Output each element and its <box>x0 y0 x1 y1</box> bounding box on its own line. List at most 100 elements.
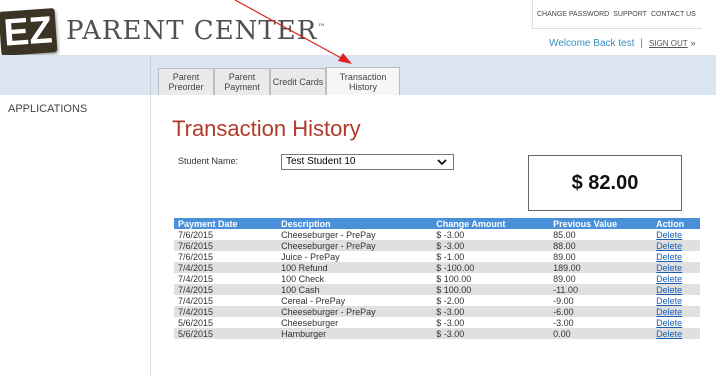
welcome-text: Welcome Back test <box>549 38 635 49</box>
logo-mark: EZ <box>0 8 58 56</box>
column-header-action: Action <box>652 218 700 229</box>
sidebar-item-applications[interactable]: APPLICATIONS <box>8 103 87 115</box>
welcome-bar: Welcome Back test | SIGN OUT » <box>549 38 695 49</box>
cell-change: $ -3.00 <box>432 240 550 251</box>
delete-link[interactable]: Delete <box>656 307 682 317</box>
contact-us-link[interactable]: CONTACT US <box>651 11 696 18</box>
cell-date: 7/4/2015 <box>174 273 278 284</box>
delete-link[interactable]: Delete <box>656 252 682 262</box>
header: EZ PARENT CENTER™ CHANGE PASSWORD SUPPOR… <box>0 0 716 56</box>
cell-action: Delete <box>652 284 700 295</box>
delete-link[interactable]: Delete <box>656 329 682 339</box>
delete-link[interactable]: Delete <box>656 230 682 240</box>
delete-link[interactable]: Delete <box>656 241 682 251</box>
delete-link[interactable]: Delete <box>656 285 682 295</box>
delete-link[interactable]: Delete <box>656 263 682 273</box>
table-body: 7/6/2015 Cheeseburger - PrePay $ -3.00 85.0… <box>174 229 700 339</box>
table-row: 7/4/2015 100 Refund $ -100.00 189.00 Delete <box>174 262 700 273</box>
transaction-table: Payment Date Description Change Amount P… <box>174 218 700 339</box>
tab-strip: Parent Preorder Parent Payment Credit Ca… <box>158 67 400 95</box>
cell-action: Delete <box>652 262 700 273</box>
cell-date: 5/6/2015 <box>174 317 278 328</box>
cell-description: Cheeseburger - PrePay <box>277 240 433 251</box>
delete-link[interactable]: Delete <box>656 296 682 306</box>
cell-previous: -6.00 <box>549 306 653 317</box>
table-row: 7/4/2015 100 Cash $ 100.00 -11.00 Delete <box>174 284 700 295</box>
separator: | <box>640 38 644 49</box>
cell-date: 5/6/2015 <box>174 328 278 339</box>
sign-out-link[interactable]: SIGN OUT <box>649 39 688 48</box>
table-row: 7/6/2015 Cheeseburger - PrePay $ -3.00 85.0… <box>174 229 700 240</box>
trademark: ™ <box>317 22 327 32</box>
tab-transaction-history[interactable]: Transaction History <box>326 67 400 95</box>
cell-change: $ -100.00 <box>432 262 550 273</box>
cell-change: $ -3.00 <box>432 229 550 240</box>
cell-change: $ -3.00 <box>432 306 550 317</box>
column-header-previous-value[interactable]: Previous Value <box>549 218 653 229</box>
student-select[interactable]: Test Student 10 <box>281 154 454 170</box>
cell-date: 7/4/2015 <box>174 306 278 317</box>
cell-previous: 89.00 <box>549 251 653 262</box>
column-header-change-amount[interactable]: Change Amount <box>432 218 550 229</box>
delete-link[interactable]: Delete <box>656 318 682 328</box>
nav-bar-left <box>0 55 151 95</box>
chevron-down-icon <box>437 155 447 174</box>
cell-previous: 85.00 <box>549 229 653 240</box>
tab-label: Transaction History <box>339 71 387 92</box>
cell-description: Cheeseburger <box>277 317 433 328</box>
page-title: Transaction History <box>172 116 361 141</box>
cell-description: Cereal - PrePay <box>277 295 433 306</box>
cell-change: $ -3.00 <box>432 328 550 339</box>
table-row: 5/6/2015 Cheeseburger $ -3.00 -3.00 Delete <box>174 317 700 328</box>
table-row: 7/4/2015 Cheeseburger - PrePay $ -3.00 -6.0… <box>174 306 700 317</box>
table-row: 7/4/2015 100 Check $ 100.00 89.00 Delete <box>174 273 700 284</box>
cell-previous: -11.00 <box>549 284 653 295</box>
table-header-row: Payment Date Description Change Amount P… <box>174 218 700 229</box>
cell-date: 7/6/2015 <box>174 229 278 240</box>
cell-change: $ -2.00 <box>432 295 550 306</box>
cell-description: 100 Refund <box>277 262 433 273</box>
cell-description: Cheeseburger - PrePay <box>277 306 433 317</box>
cell-action: Delete <box>652 317 700 328</box>
student-select-value: Test Student 10 <box>286 156 356 167</box>
cell-date: 7/6/2015 <box>174 240 278 251</box>
logo-text-label: PARENT CENTER <box>66 16 318 46</box>
balance-display: $ 82.00 <box>528 155 682 211</box>
table-row: 7/6/2015 Cheeseburger - PrePay $ -3.00 88.0… <box>174 240 700 251</box>
cell-change: $ -1.00 <box>432 251 550 262</box>
support-link[interactable]: SUPPORT <box>613 11 647 18</box>
logo-text: PARENT CENTER™ <box>66 16 326 46</box>
cell-action: Delete <box>652 240 700 251</box>
student-name-label: Student Name: <box>178 156 239 166</box>
cell-previous: -3.00 <box>549 317 653 328</box>
cell-description: 100 Check <box>277 273 433 284</box>
delete-link[interactable]: Delete <box>656 274 682 284</box>
change-password-link[interactable]: CHANGE PASSWORD <box>537 11 609 18</box>
cell-action: Delete <box>652 295 700 306</box>
cell-action: Delete <box>652 306 700 317</box>
cell-action: Delete <box>652 229 700 240</box>
cell-change: $ -3.00 <box>432 317 550 328</box>
cell-previous: 88.00 <box>549 240 653 251</box>
table-row: 7/4/2015 Cereal - PrePay $ -2.00 -9.00 Delet… <box>174 295 700 306</box>
cell-action: Delete <box>652 328 700 339</box>
cell-action: Delete <box>652 273 700 284</box>
top-links: CHANGE PASSWORD SUPPORT CONTACT US <box>532 0 702 29</box>
cell-change: $ 100.00 <box>432 284 550 295</box>
cell-date: 7/4/2015 <box>174 262 278 273</box>
tab-parent-preorder[interactable]: Parent Preorder <box>158 68 214 95</box>
tab-label: Parent Preorder <box>168 72 204 92</box>
tab-label: Credit Cards <box>272 77 324 87</box>
cell-change: $ 100.00 <box>432 273 550 284</box>
table-row: 7/6/2015 Juice - PrePay $ -1.00 89.00 Delete <box>174 251 700 262</box>
cell-description: Juice - PrePay <box>277 251 433 262</box>
column-header-description[interactable]: Description <box>277 218 433 229</box>
tab-credit-cards[interactable]: Credit Cards <box>270 68 326 95</box>
tab-parent-payment[interactable]: Parent Payment <box>214 68 270 95</box>
cell-previous: 189.00 <box>549 262 653 273</box>
cell-description: Hamburger <box>277 328 433 339</box>
cell-action: Delete <box>652 251 700 262</box>
table-row: 5/6/2015 Hamburger $ -3.00 0.00 Delete <box>174 328 700 339</box>
column-header-payment-date[interactable]: Payment Date <box>174 218 278 229</box>
sign-out-icon[interactable]: » <box>690 38 695 48</box>
